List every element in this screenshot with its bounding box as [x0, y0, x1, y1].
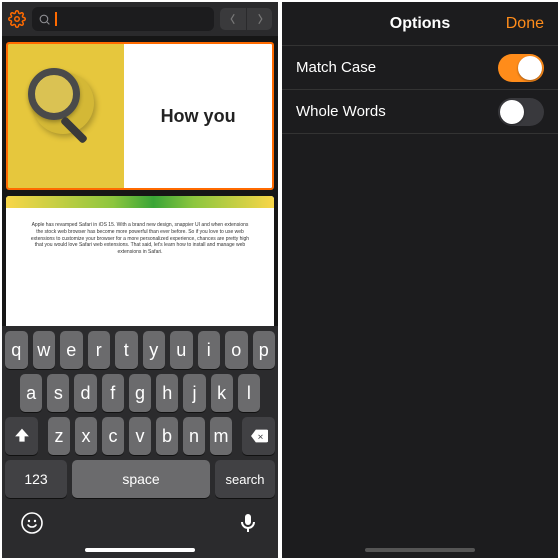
gear-icon[interactable]	[8, 10, 26, 28]
key-w[interactable]: w	[33, 331, 56, 369]
text-cursor	[55, 12, 57, 26]
key-g[interactable]: g	[129, 374, 151, 412]
options-screen: Options Done Match Case Whole Words	[280, 0, 560, 560]
key-u[interactable]: u	[170, 331, 193, 369]
key-d[interactable]: d	[74, 374, 96, 412]
options-title: Options	[390, 15, 450, 33]
option-match-case: Match Case	[282, 46, 558, 90]
slide-thumbnail-1[interactable]: How you	[6, 42, 274, 190]
key-z[interactable]: z	[48, 417, 70, 455]
whole-words-toggle[interactable]	[498, 98, 544, 126]
key-r[interactable]: r	[88, 331, 111, 369]
key-v[interactable]: v	[129, 417, 151, 455]
key-i[interactable]: i	[198, 331, 221, 369]
keyboard-row-1: qwertyuiop	[2, 326, 278, 369]
key-e[interactable]: e	[60, 331, 83, 369]
key-l[interactable]: l	[238, 374, 260, 412]
key-a[interactable]: a	[20, 374, 42, 412]
slide-thumbnails: How you Apple has revamped Safari in iOS…	[2, 36, 278, 348]
search-key[interactable]: search	[215, 460, 275, 498]
key-n[interactable]: n	[183, 417, 205, 455]
key-s[interactable]: s	[47, 374, 69, 412]
key-c[interactable]: c	[102, 417, 124, 455]
slide1-title: How you	[161, 106, 236, 127]
next-result-button[interactable]	[246, 8, 272, 30]
backspace-key[interactable]	[242, 417, 275, 455]
key-b[interactable]: b	[156, 417, 178, 455]
space-key[interactable]: space	[72, 460, 210, 498]
home-indicator[interactable]	[365, 548, 475, 552]
keyboard: qwertyuiop asdfghjkl zxcvbnm 123 space s…	[2, 326, 278, 558]
slide1-image	[8, 44, 124, 188]
search-input[interactable]	[32, 7, 214, 31]
option-whole-words: Whole Words	[282, 90, 558, 134]
slide-thumbnail-2[interactable]: Apple has revamped Safari in iOS 15. Wit…	[6, 196, 274, 344]
key-t[interactable]: t	[115, 331, 138, 369]
done-button[interactable]: Done	[506, 15, 544, 33]
key-k[interactable]: k	[211, 374, 233, 412]
key-j[interactable]: j	[183, 374, 205, 412]
key-q[interactable]: q	[5, 331, 28, 369]
key-y[interactable]: y	[143, 331, 166, 369]
emoji-key[interactable]	[20, 511, 44, 540]
option-label: Match Case	[296, 59, 376, 76]
options-header: Options Done	[282, 2, 558, 46]
key-p[interactable]: p	[253, 331, 276, 369]
key-o[interactable]: o	[225, 331, 248, 369]
nav-arrows	[220, 8, 272, 30]
numbers-key[interactable]: 123	[5, 460, 67, 498]
key-h[interactable]: h	[156, 374, 178, 412]
search-topbar	[2, 2, 278, 36]
home-indicator[interactable]	[85, 548, 195, 552]
search-icon	[38, 13, 51, 26]
search-slides-screen: How you Apple has revamped Safari in iOS…	[0, 0, 280, 560]
match-case-toggle[interactable]	[498, 54, 544, 82]
key-x[interactable]: x	[75, 417, 97, 455]
keyboard-row-4: 123 space search	[2, 455, 278, 503]
options-body: Match Case Whole Words	[282, 46, 558, 558]
key-m[interactable]: m	[210, 417, 232, 455]
slide2-paragraph: Apple has revamped Safari in iOS 15. Wit…	[30, 222, 250, 256]
keyboard-row-3: zxcvbnm	[2, 412, 278, 455]
keyboard-bottom-bar	[2, 503, 278, 544]
slide2-gradient-bar	[6, 196, 274, 208]
dictation-key[interactable]	[236, 511, 260, 540]
shift-key[interactable]	[5, 417, 38, 455]
prev-result-button[interactable]	[220, 8, 246, 30]
key-f[interactable]: f	[102, 374, 124, 412]
option-label: Whole Words	[296, 103, 386, 120]
keyboard-row-2: asdfghjkl	[2, 369, 278, 412]
